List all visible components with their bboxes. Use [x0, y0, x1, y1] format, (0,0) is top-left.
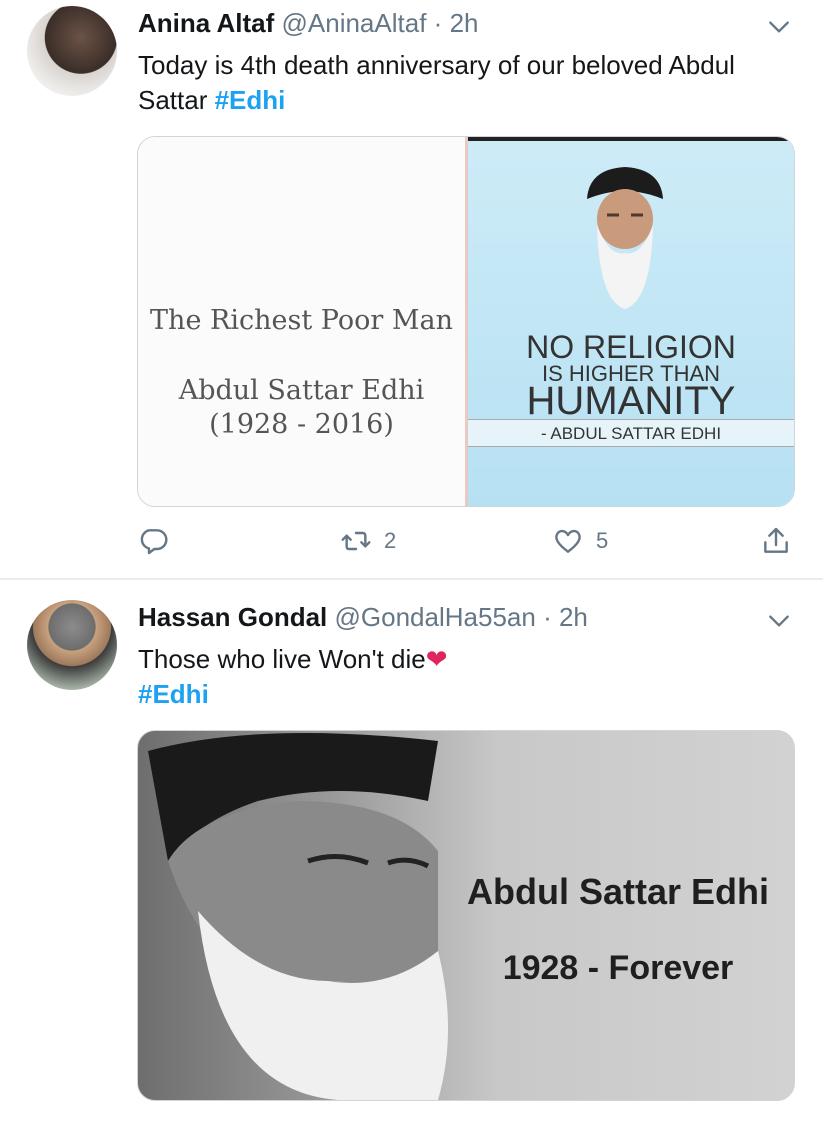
hashtag-link[interactable]: #Edhi: [138, 679, 209, 709]
portrait-illustration: [148, 733, 448, 1100]
image-panel-left: The Richest Poor Man Abdul Sattar Edhi (…: [138, 137, 468, 506]
retweet-icon: [341, 531, 371, 551]
reply-icon: [140, 529, 168, 555]
tweet[interactable]: Anina Altaf @AninaAltaf · 2h Today is 4t…: [0, 0, 823, 578]
quote-attribution: - ABDUL SATTAR EDHI: [540, 424, 722, 443]
author-handle[interactable]: @AninaAltaf: [282, 8, 427, 38]
tweet-image[interactable]: The Richest Poor Man Abdul Sattar Edhi (…: [137, 136, 795, 507]
separator-dot: ·: [543, 602, 552, 632]
author-name[interactable]: Hassan Gondal: [138, 602, 327, 632]
tweet-header: Hassan Gondal @GondalHa55an · 2h: [138, 602, 588, 633]
heart-emoji: ❤: [425, 644, 448, 674]
tweet[interactable]: Hassan Gondal @GondalHa55an · 2h Those w…: [0, 580, 823, 1121]
image-title: The Richest Poor Man: [150, 305, 453, 336]
heart-icon: [555, 529, 581, 553]
image-panel-right: NO RELIGION IS HIGHER THAN HUMANITY - AB…: [468, 137, 794, 506]
quote-line-1: NO RELIGION: [526, 329, 736, 365]
tweet-time[interactable]: 2h: [450, 8, 479, 38]
chevron-down-icon[interactable]: [766, 14, 792, 40]
image-title: Abdul Sattar Edhi: [466, 871, 769, 912]
like-button[interactable]: 5: [552, 525, 608, 557]
like-count: 5: [596, 528, 609, 553]
tweet-time[interactable]: 2h: [559, 602, 588, 632]
retweet-button[interactable]: 2: [340, 525, 396, 557]
avatar[interactable]: [27, 600, 117, 690]
retweet-count: 2: [384, 528, 397, 553]
hashtag-link[interactable]: #Edhi: [215, 85, 286, 115]
tweet-text-body: Those who live Won't die: [138, 644, 426, 674]
author-handle[interactable]: @GondalHa55an: [335, 602, 536, 632]
reply-button[interactable]: [137, 525, 181, 557]
tweet-header: Anina Altaf @AninaAltaf · 2h: [138, 8, 478, 39]
tweet-text: Today is 4th death anniversary of our be…: [138, 48, 778, 118]
image-years: (1928 - 2016): [209, 409, 394, 440]
share-icon: [764, 527, 788, 553]
image-years: 1928 - Forever: [502, 949, 734, 987]
share-button[interactable]: [760, 525, 792, 557]
portrait-illustration: [587, 167, 663, 309]
tweet-image[interactable]: Abdul Sattar Edhi 1928 - Forever: [137, 730, 795, 1101]
separator-dot: ·: [433, 8, 443, 38]
tweet-text: Those who live Won't die❤ #Edhi: [138, 642, 778, 712]
avatar[interactable]: [27, 6, 117, 96]
author-name[interactable]: Anina Altaf: [138, 8, 274, 38]
chevron-down-icon[interactable]: [766, 608, 792, 634]
quote-line-3: HUMANITY: [526, 379, 736, 423]
image-name: Abdul Sattar Edhi: [178, 375, 425, 406]
tweet-actions: 2 5: [0, 525, 823, 565]
